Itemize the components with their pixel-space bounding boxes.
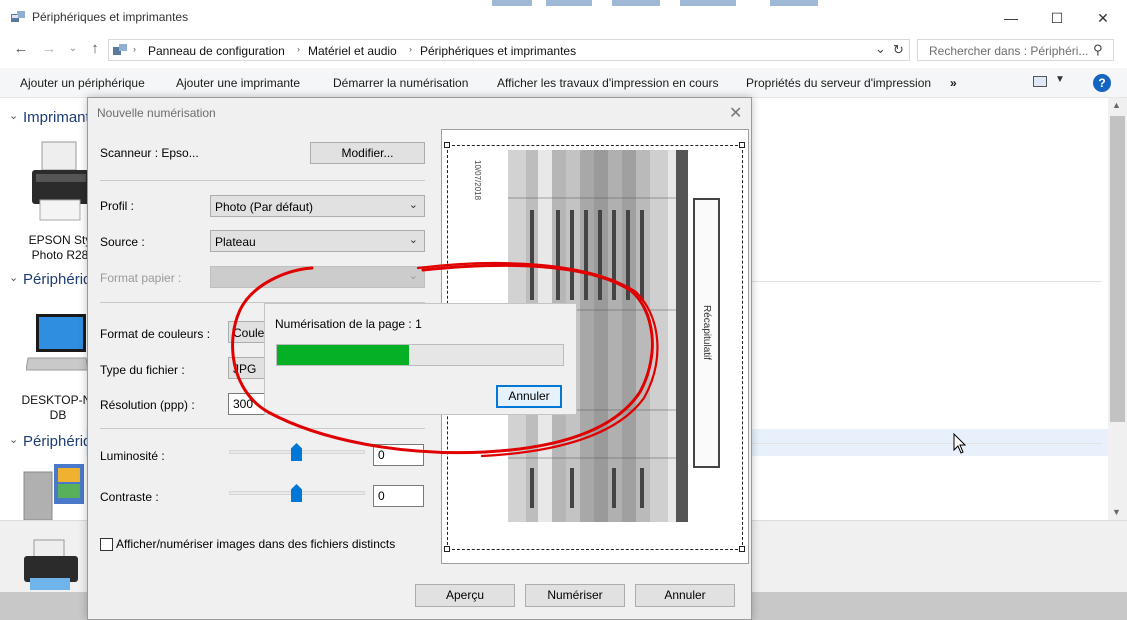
mouse-cursor-icon [953,433,967,454]
color-format-value: Coule [233,326,265,340]
ribbon-tab-accueil[interactable] [546,0,592,6]
cancel-scan-button[interactable]: Annuler [496,385,562,408]
scanner-label: Scanneur : Epso... [100,146,199,160]
more-commands-button[interactable]: » [950,76,957,90]
progress-text: Numérisation de la page : 1 [275,317,422,331]
profile-select[interactable]: Photo (Par défaut) ⌄ [210,195,425,217]
preview-button[interactable]: Aperçu [415,584,515,607]
breadcrumb-separator-icon: › [297,44,300,54]
search-box[interactable]: Rechercher dans : Périphéri... ⚲ [917,39,1114,61]
window-title: Périphériques et imprimantes [32,10,189,24]
ribbon-tab-gestion[interactable] [770,0,818,6]
view-dropdown-icon[interactable]: ▼ [1055,74,1065,85]
file-type-select[interactable]: JPG (F [228,357,268,379]
view-options-icon[interactable] [1033,76,1047,87]
brightness-label: Luminosité : [100,449,165,463]
device-label-line: DB [49,408,67,422]
group-divider [752,443,1102,444]
add-printer-button[interactable]: Ajouter une imprimante [176,76,300,90]
forward-arrow-icon[interactable]: → [38,39,60,59]
device-label[interactable]: DESKTOP-NI DB [18,393,98,423]
ribbon-tab-fichier[interactable] [492,0,532,6]
title-bar: Périphériques et imprimantes — ☐ ✕ [0,0,1127,36]
selection-handle[interactable] [739,546,745,552]
chevron-down-icon: ⌄ [408,234,418,246]
view-print-jobs-button[interactable]: Afficher les travaux d'impression en cou… [497,76,719,90]
print-server-properties-button[interactable]: Propriétés du serveur d'impression [746,76,931,90]
separate-files-label: Afficher/numériser images dans des fichi… [116,537,396,551]
close-window-button[interactable]: ✕ [1080,6,1126,30]
selection-handle[interactable] [739,142,745,148]
separator [100,180,425,181]
device-label-line: DESKTOP-NI [21,393,95,407]
printer-icon[interactable] [28,140,90,228]
resolution-input[interactable]: 300 [228,393,268,415]
ribbon-tab-affichage[interactable] [680,0,736,6]
source-value: Plateau [215,235,256,249]
collapse-chevron-icon[interactable]: ⌄ [9,109,18,122]
maximize-button[interactable]: ☐ [1034,6,1080,30]
recent-chevron-icon[interactable]: ⌄ [62,39,84,59]
scan-button[interactable]: Numériser [525,584,625,607]
add-device-button[interactable]: Ajouter un périphérique [20,76,145,90]
collapse-chevron-icon[interactable]: ⌄ [9,271,18,284]
color-format-select[interactable]: Coule [228,321,268,343]
profile-label: Profil : [100,199,135,213]
up-arrow-icon[interactable]: ↑ [84,39,106,59]
file-type-value: JPG (F [233,362,257,378]
start-scan-button[interactable]: Démarrer la numérisation [333,76,468,90]
control-panel-icon [113,44,127,55]
collapse-chevron-icon[interactable]: ⌄ [9,433,18,446]
group-divider [752,281,1102,282]
resolution-label: Résolution (ppp) : [100,398,195,412]
search-icon[interactable]: ⚲ [1093,42,1103,58]
source-select[interactable]: Plateau ⌄ [210,230,425,252]
command-bar: Ajouter un périphérique Ajouter une impr… [0,68,1127,98]
breadcrumb-hardware-audio[interactable]: Matériel et audio [308,44,397,58]
dialog-close-icon[interactable]: ✕ [729,103,742,123]
progress-bar-fill [277,345,409,365]
selection-handle[interactable] [444,546,450,552]
media-device-icon[interactable] [20,462,86,520]
help-icon[interactable]: ? [1093,74,1111,92]
devices-printers-icon [11,11,25,22]
modify-scanner-button[interactable]: Modifier... [310,142,425,164]
scroll-down-icon[interactable]: ▼ [1112,507,1121,517]
separate-files-checkbox[interactable] [100,538,113,551]
refresh-icon[interactable]: ↻ [893,42,904,58]
scrollbar-thumb[interactable] [1110,116,1125,422]
laptop-icon[interactable] [26,310,88,386]
file-type-label: Type du fichier : [100,363,185,377]
breadcrumb-separator-icon: › [409,44,412,54]
search-input[interactable]: Rechercher dans : Périphéri... [929,44,1088,58]
dialog-title: Nouvelle numérisation [97,106,216,120]
printer-icon [24,539,78,590]
source-label: Source : [100,235,145,249]
chevron-down-icon: ⌄ [408,199,418,211]
breadcrumb-control-panel[interactable]: Panneau de configuration [148,44,285,58]
address-bar[interactable]: › Panneau de configuration › Matériel et… [108,39,910,61]
contrast-input[interactable]: 0 [373,485,424,507]
breadcrumb-separator-icon: › [133,44,136,54]
contrast-label: Contraste : [100,490,159,504]
brightness-input[interactable]: 0 [373,444,424,466]
separator [100,428,425,429]
selection-handle[interactable] [444,142,450,148]
address-dropdown-icon[interactable]: ⌄ [875,41,886,57]
color-format-label: Format de couleurs : [100,327,211,341]
minimize-button[interactable]: — [988,6,1034,30]
breadcrumb-devices-printers[interactable]: Périphériques et imprimantes [420,44,576,58]
chevron-down-icon: ⌄ [408,270,418,282]
paper-size-select[interactable]: ⌄ [210,266,425,288]
ribbon-tab-partage[interactable] [612,0,660,6]
back-arrow-icon[interactable]: ← [10,39,32,59]
profile-value: Photo (Par défaut) [215,200,314,214]
paper-size-label: Format papier : [100,271,182,285]
scroll-up-icon[interactable]: ▲ [1112,100,1121,110]
cancel-dialog-button[interactable]: Annuler [635,584,735,607]
